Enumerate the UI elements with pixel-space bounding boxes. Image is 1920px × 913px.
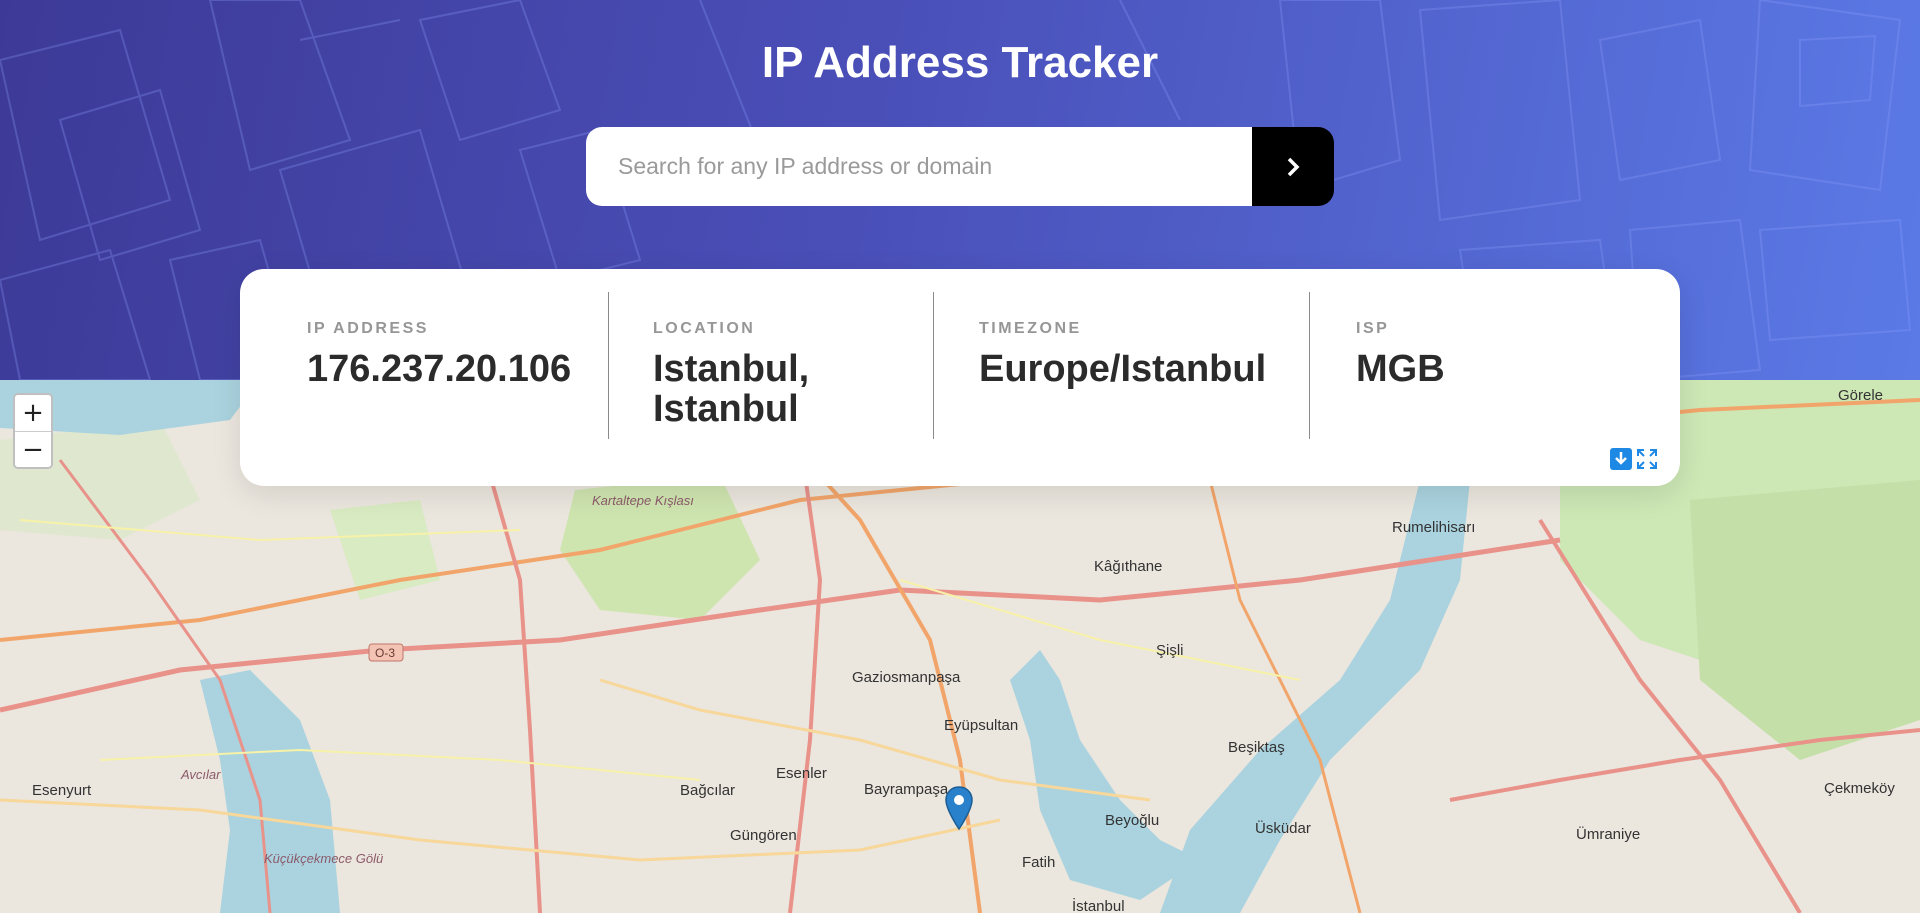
zoom-control: + − xyxy=(13,393,53,469)
map-label: Küçükçekmece Gölü xyxy=(264,851,383,866)
map-label: Esenyurt xyxy=(32,782,92,799)
ip-address-value: 176.237.20.106 xyxy=(307,348,572,390)
zoom-in-button[interactable]: + xyxy=(15,395,51,431)
map-label: Beşiktaş xyxy=(1228,739,1285,756)
divider xyxy=(933,292,934,439)
map-label: Bağcılar xyxy=(680,782,735,799)
map-label: Görele xyxy=(1838,387,1883,404)
location-stat: LOCATION Istanbul, Istanbul xyxy=(653,269,923,486)
zoom-out-button[interactable]: − xyxy=(15,431,51,467)
map-label: Fatih xyxy=(1022,854,1055,871)
timezone-value: Europe/Istanbul xyxy=(979,348,1267,390)
timezone-stat: TIMEZONE Europe/Istanbul xyxy=(979,269,1299,486)
map-label: Bayrampaşa xyxy=(864,781,949,798)
map-label: İstanbul xyxy=(1072,897,1125,913)
chevron-right-icon xyxy=(1287,157,1300,176)
map-label: Rumelihisarı xyxy=(1392,519,1475,536)
card-icon-group xyxy=(1610,448,1658,470)
search-form xyxy=(586,127,1334,206)
expand-icon[interactable] xyxy=(1636,448,1658,470)
ip-address-stat: IP ADDRESS 176.237.20.106 xyxy=(307,269,577,486)
ip-address-label: IP ADDRESS xyxy=(307,320,429,337)
location-value: Istanbul, Istanbul xyxy=(653,348,810,430)
isp-stat: ISP MGB xyxy=(1356,269,1636,486)
search-input[interactable] xyxy=(586,127,1252,206)
map-label: Çekmeköy xyxy=(1824,780,1895,797)
map-label: Şişli xyxy=(1156,642,1184,659)
map-label: Kartaltepe Kışlası xyxy=(592,493,694,508)
search-submit-button[interactable] xyxy=(1252,127,1334,206)
map-label: Avcılar xyxy=(180,767,221,782)
isp-label: ISP xyxy=(1356,320,1390,337)
location-pin-icon[interactable] xyxy=(944,785,974,831)
map-label: Üsküdar xyxy=(1255,819,1311,837)
map-label: Gaziosmanpaşa xyxy=(852,669,961,686)
divider xyxy=(1309,292,1310,439)
download-icon[interactable] xyxy=(1610,448,1632,470)
map-label: Kâğıthane xyxy=(1094,558,1162,575)
isp-value: MGB xyxy=(1356,348,1445,390)
map-label: Eyüpsultan xyxy=(944,717,1018,734)
ip-info-card: IP ADDRESS 176.237.20.106 LOCATION Istan… xyxy=(240,269,1680,486)
divider xyxy=(608,292,609,439)
location-label: LOCATION xyxy=(653,320,756,337)
map-label: Beyoğlu xyxy=(1105,812,1159,829)
map-label: Ümraniye xyxy=(1576,825,1640,843)
map-label: O-3 xyxy=(375,646,395,660)
timezone-label: TIMEZONE xyxy=(979,320,1082,337)
map-label: Güngören xyxy=(730,827,797,844)
page-title: IP Address Tracker xyxy=(761,38,1159,87)
map-label: Esenler xyxy=(776,765,827,782)
